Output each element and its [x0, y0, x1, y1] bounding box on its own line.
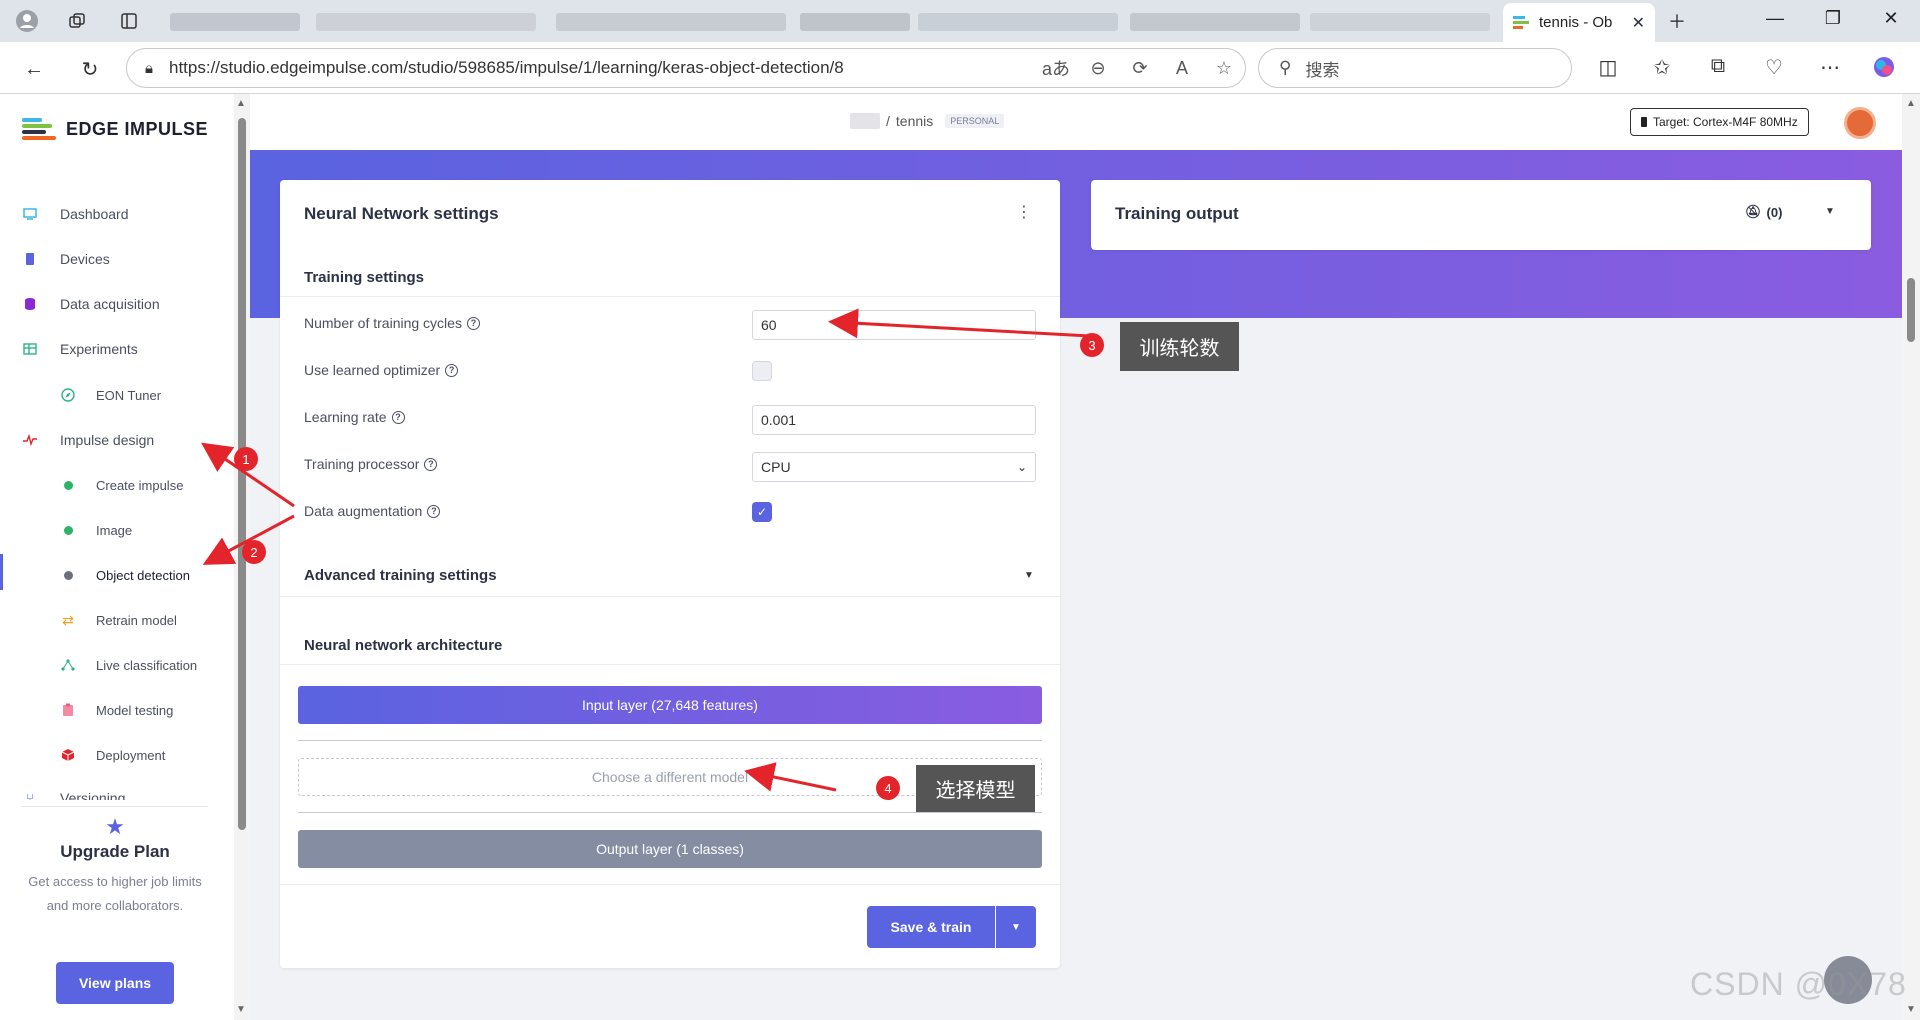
annotation-arrow-3 — [828, 308, 1091, 339]
csdn-watermark: CSDN @0X78 — [1690, 966, 1907, 1002]
annotation-label-training-cycles: 训练轮数 — [1120, 322, 1239, 371]
annotation-arrows — [201, 308, 1091, 792]
annotation-number-3: 3 — [1080, 333, 1104, 357]
annotation-number-1: 1 — [234, 447, 258, 471]
annotation-number-4: 4 — [876, 776, 900, 800]
annotation-label-choose-model: 选择模型 — [916, 765, 1035, 812]
annotation-arrow-4 — [744, 762, 837, 792]
annotation-number-2: 2 — [242, 540, 266, 564]
